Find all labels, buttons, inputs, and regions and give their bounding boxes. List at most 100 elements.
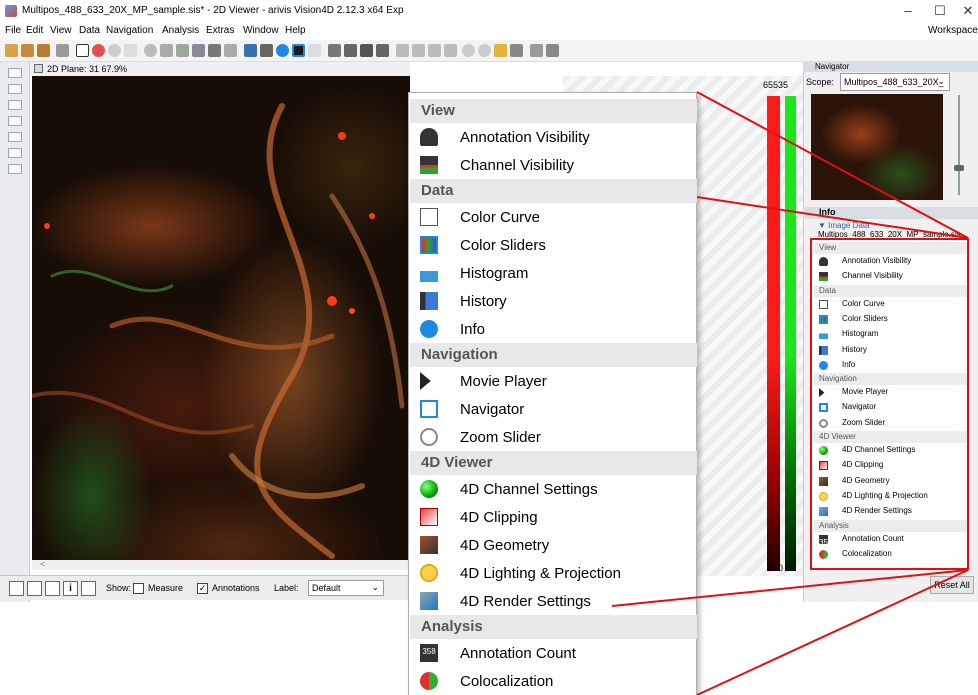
- menu-item-color-sliders[interactable]: Color Sliders: [410, 231, 697, 259]
- menu-item-annotation-count[interactable]: 358 Annotation Count: [814, 532, 967, 547]
- menu-item-4d-clipping[interactable]: 4D Clipping: [814, 458, 967, 472]
- view-screen-icon[interactable]: [81, 581, 96, 596]
- last-frame-icon[interactable]: [444, 44, 457, 57]
- print-icon[interactable]: [56, 44, 69, 57]
- menu-item-info[interactable]: Info: [410, 315, 697, 343]
- save-as-icon[interactable]: [37, 44, 50, 57]
- menu-item-4d-lighting-projection[interactable]: 4D Lighting & Projection: [814, 489, 967, 503]
- menu-item-history[interactable]: History: [410, 287, 697, 315]
- menu-item-navigator[interactable]: Navigator: [814, 400, 967, 414]
- menu-item-color-curve[interactable]: Color Curve: [814, 297, 967, 311]
- info-toolbar-icon[interactable]: [276, 44, 289, 57]
- menu-item-histogram[interactable]: Histogram: [814, 327, 967, 341]
- select-icon[interactable]: [92, 44, 105, 57]
- open-icon[interactable]: [5, 44, 18, 57]
- measure-checkbox[interactable]: [133, 583, 144, 594]
- region-tool-icon[interactable]: [192, 44, 205, 57]
- view-info-icon[interactable]: i: [63, 581, 78, 596]
- strip-button-6[interactable]: [8, 148, 22, 158]
- menu-extras[interactable]: Extras: [206, 25, 234, 36]
- zoom-icon[interactable]: [108, 44, 121, 57]
- view-2d-icon[interactable]: [9, 581, 24, 596]
- zoom-slider[interactable]: [954, 95, 964, 195]
- pan-icon[interactable]: [124, 44, 137, 57]
- menu-item-colocalization[interactable]: Colocalization: [410, 667, 697, 695]
- pointer-icon[interactable]: [76, 44, 89, 57]
- navigator-thumbnail[interactable]: [811, 94, 943, 200]
- horizontal-scrollbar[interactable]: <: [32, 559, 410, 570]
- menu-item-channel-visibility[interactable]: Channel Visibility: [410, 151, 697, 179]
- menu-item-annotation-visibility[interactable]: Annotation Visibility: [410, 123, 697, 151]
- menu-item-navigator[interactable]: Navigator: [410, 395, 697, 423]
- menu-item-4d-render-settings[interactable]: 4D Render Settings: [410, 587, 697, 615]
- menu-item-channel-visibility[interactable]: Channel Visibility: [814, 269, 967, 283]
- close-button[interactable]: ✕: [950, 0, 978, 22]
- flip-icon[interactable]: [360, 44, 373, 57]
- menu-item-annotation-visibility[interactable]: Annotation Visibility: [814, 254, 967, 268]
- menu-item-color-curve[interactable]: Color Curve: [410, 203, 697, 231]
- menu-item-color-sliders[interactable]: Color Sliders: [814, 312, 967, 326]
- strip-button-2[interactable]: [8, 84, 22, 94]
- menu-item-4d-geometry[interactable]: 4D Geometry: [410, 531, 697, 559]
- menu-view[interactable]: View: [50, 25, 72, 36]
- menu-edit[interactable]: Edit: [26, 25, 43, 36]
- strip-button-7[interactable]: [8, 164, 22, 174]
- frame-icon[interactable]: [308, 44, 321, 57]
- annotations-checkbox[interactable]: ✓: [197, 583, 208, 594]
- scope-select[interactable]: Multipos_488_633_20X_ ⌄: [840, 73, 950, 91]
- view-grid-icon[interactable]: [27, 581, 42, 596]
- fit-icon[interactable]: [494, 44, 507, 57]
- menu-item-4d-clipping[interactable]: 4D Clipping: [410, 503, 697, 531]
- first-frame-icon[interactable]: [396, 44, 409, 57]
- import-icon[interactable]: [546, 44, 559, 57]
- view-3d-icon[interactable]: [45, 581, 60, 596]
- pen-tool-icon[interactable]: [208, 44, 221, 57]
- image-viewer[interactable]: [32, 76, 410, 560]
- menu-item-zoom-slider[interactable]: Zoom Slider: [814, 416, 967, 430]
- polygon-tool-icon[interactable]: [160, 44, 173, 57]
- zoom-in-icon[interactable]: [462, 44, 475, 57]
- rect-tool-icon[interactable]: [176, 44, 189, 57]
- strip-button-1[interactable]: [8, 68, 22, 78]
- menu-help[interactable]: Help: [285, 25, 306, 36]
- wand-icon[interactable]: [224, 44, 237, 57]
- next-frame-icon[interactable]: [428, 44, 441, 57]
- menu-window[interactable]: Window: [243, 25, 279, 36]
- strip-button-4[interactable]: [8, 116, 22, 126]
- save-icon[interactable]: [21, 44, 34, 57]
- measure-icon[interactable]: [244, 44, 257, 57]
- menu-item-4d-lighting-projection[interactable]: 4D Lighting & Projection: [410, 559, 697, 587]
- menu-item-4d-channel-settings[interactable]: 4D Channel Settings: [814, 443, 967, 457]
- menu-item-histogram[interactable]: Histogram: [410, 259, 697, 287]
- menu-item-zoom-slider[interactable]: Zoom Slider: [410, 423, 697, 451]
- menu-item-4d-channel-settings[interactable]: 4D Channel Settings: [410, 475, 697, 503]
- menu-item-colocalization[interactable]: Colocalization: [814, 547, 967, 561]
- menu-item-movie-player[interactable]: Movie Player: [814, 385, 967, 399]
- image-data-label[interactable]: ▼ Image Data: [818, 221, 870, 230]
- menu-data[interactable]: Data: [79, 25, 100, 36]
- rotate-icon[interactable]: [344, 44, 357, 57]
- link-icon[interactable]: [376, 44, 389, 57]
- zoom-slider-thumb[interactable]: [954, 165, 964, 171]
- green-channel-bar[interactable]: [785, 96, 796, 571]
- menu-item-history[interactable]: History: [814, 343, 967, 357]
- strip-button-5[interactable]: [8, 132, 22, 142]
- strip-button-3[interactable]: [8, 100, 22, 110]
- minimize-button[interactable]: –: [890, 0, 926, 22]
- menu-item-4d-geometry[interactable]: 4D Geometry: [814, 474, 967, 488]
- menu-analysis[interactable]: Analysis: [162, 25, 199, 36]
- scroll-left-icon[interactable]: <: [40, 559, 45, 569]
- menu-navigation[interactable]: Navigation: [106, 25, 153, 36]
- red-channel-bar[interactable]: [767, 96, 780, 571]
- menu-item-movie-player[interactable]: Movie Player: [410, 367, 697, 395]
- prev-frame-icon[interactable]: [412, 44, 425, 57]
- reset-all-button[interactable]: Reset All: [930, 576, 974, 594]
- export-icon[interactable]: [530, 44, 543, 57]
- menu-file[interactable]: File: [5, 25, 21, 36]
- menu-item-annotation-count[interactable]: 358 Annotation Count: [410, 639, 697, 667]
- menu-item-info[interactable]: Info: [814, 358, 967, 372]
- grid-icon[interactable]: [260, 44, 273, 57]
- fullscreen-icon[interactable]: [510, 44, 523, 57]
- move-icon[interactable]: [328, 44, 341, 57]
- circle-tool-icon[interactable]: [144, 44, 157, 57]
